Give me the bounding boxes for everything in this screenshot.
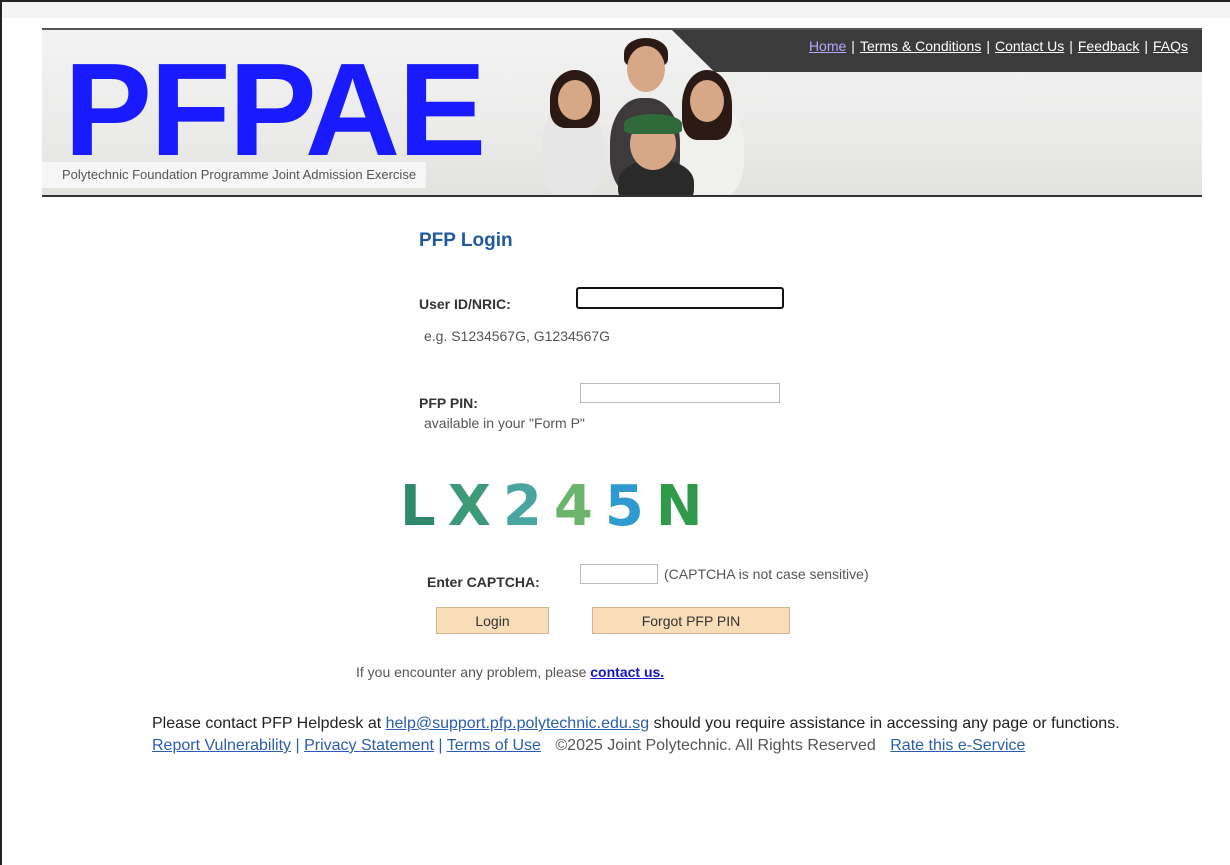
captcha-char: N	[655, 474, 715, 539]
nav-feedback-link[interactable]: Feedback	[1078, 38, 1139, 54]
top-nav: Home | Terms & Conditions | Contact Us | Feedb…	[809, 38, 1188, 54]
userid-input[interactable]	[576, 287, 784, 309]
captcha-label: Enter CAPTCHA:	[427, 574, 540, 590]
problem-label: If you encounter any problem, please	[356, 664, 591, 680]
footer-separator: |	[295, 737, 300, 754]
captcha-char: X	[447, 474, 503, 539]
problem-text: If you encounter any problem, please con…	[356, 664, 664, 680]
userid-label: User ID/NRIC:	[419, 296, 511, 312]
nav-separator: |	[851, 38, 855, 54]
rate-eservice-link[interactable]: Rate this e-Service	[890, 737, 1025, 754]
captcha-char: 5	[604, 474, 656, 539]
nav-home-link[interactable]: Home	[809, 38, 846, 54]
nav-separator: |	[1069, 38, 1073, 54]
nav-separator: |	[986, 38, 990, 54]
pfpae-logo: PFPAE	[64, 36, 486, 183]
login-button[interactable]: Login	[436, 607, 549, 634]
pin-hint: available in your "Form P"	[424, 415, 585, 431]
captcha-char: 4	[553, 474, 605, 539]
report-vulnerability-link[interactable]: Report Vulnerability	[152, 737, 291, 754]
nav-separator: |	[1144, 38, 1148, 54]
contact-us-link[interactable]: contact us.	[590, 664, 664, 680]
pin-label: PFP PIN:	[419, 395, 478, 411]
footer-separator: |	[438, 737, 443, 754]
helpdesk-suffix: should you require assistance in accessi…	[649, 715, 1120, 732]
copyright-text: ©2025 Joint Polytechnic. All Rights Rese…	[555, 737, 876, 754]
privacy-statement-link[interactable]: Privacy Statement	[304, 737, 434, 754]
captcha-image: LX245N	[400, 474, 715, 539]
helpdesk-prefix: Please contact PFP Helpdesk at	[152, 715, 386, 732]
pin-input[interactable]	[580, 383, 780, 403]
helpdesk-email-link[interactable]: help@support.pfp.polytechnic.edu.sg	[386, 715, 650, 732]
captcha-note: (CAPTCHA is not case sensitive)	[664, 566, 869, 582]
footer: Report Vulnerability | Privacy Statement…	[152, 737, 1025, 755]
captcha-input[interactable]	[580, 564, 658, 584]
captcha-char: 2	[502, 474, 554, 539]
captcha-char: L	[400, 474, 448, 539]
nav-contact-link[interactable]: Contact Us	[995, 38, 1064, 54]
nav-faqs-link[interactable]: FAQs	[1153, 38, 1188, 54]
header-banner: PFPAE Polytechnic Foundation Programme J…	[42, 28, 1202, 197]
nav-terms-link[interactable]: Terms & Conditions	[860, 38, 981, 54]
forgot-pin-button[interactable]: Forgot PFP PIN	[592, 607, 790, 634]
helpdesk-text: Please contact PFP Helpdesk at help@supp…	[152, 715, 1120, 733]
terms-of-use-link[interactable]: Terms of Use	[447, 737, 541, 754]
userid-hint: e.g. S1234567G, G1234567G	[424, 328, 611, 344]
header-tagline: Polytechnic Foundation Programme Joint A…	[42, 162, 427, 188]
login-title: PFP Login	[419, 230, 513, 251]
